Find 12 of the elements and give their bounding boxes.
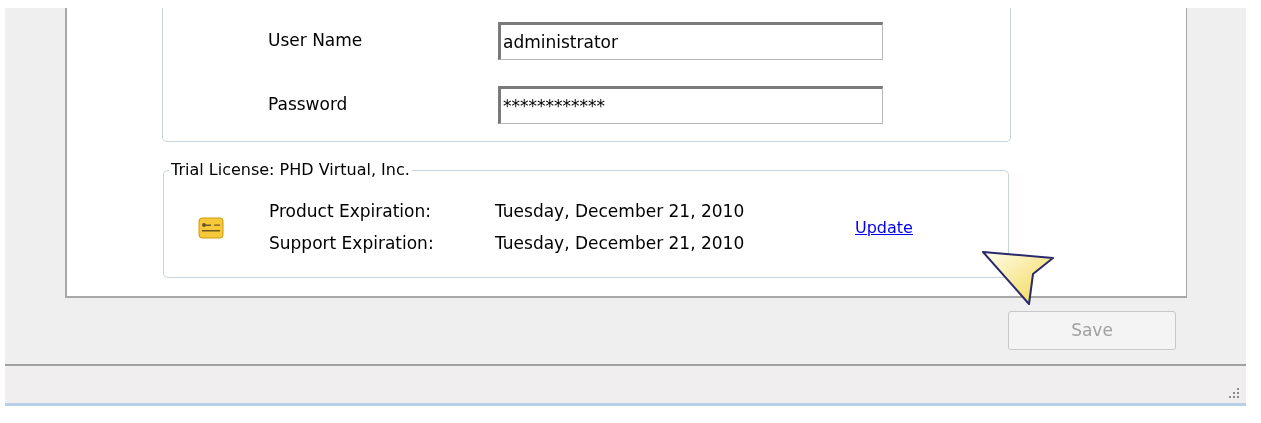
expiration-label: Product Expiration: (269, 200, 432, 223)
pointer-icon (979, 248, 1057, 308)
input-field[interactable]: ************ (498, 86, 883, 124)
field-label: User Name (268, 29, 364, 53)
expiration-date: Tuesday, December 21, 2010 (495, 200, 746, 223)
field-label: Password (268, 93, 349, 117)
update-link[interactable]: Update (855, 215, 913, 240)
key-card-icon (198, 216, 224, 239)
input-field[interactable]: administrator (498, 22, 883, 60)
resize-grip-icon (1226, 386, 1240, 400)
expiration-date: Tuesday, December 21, 2010 (495, 231, 746, 255)
expiration-label: Support Expiration: (269, 231, 435, 255)
